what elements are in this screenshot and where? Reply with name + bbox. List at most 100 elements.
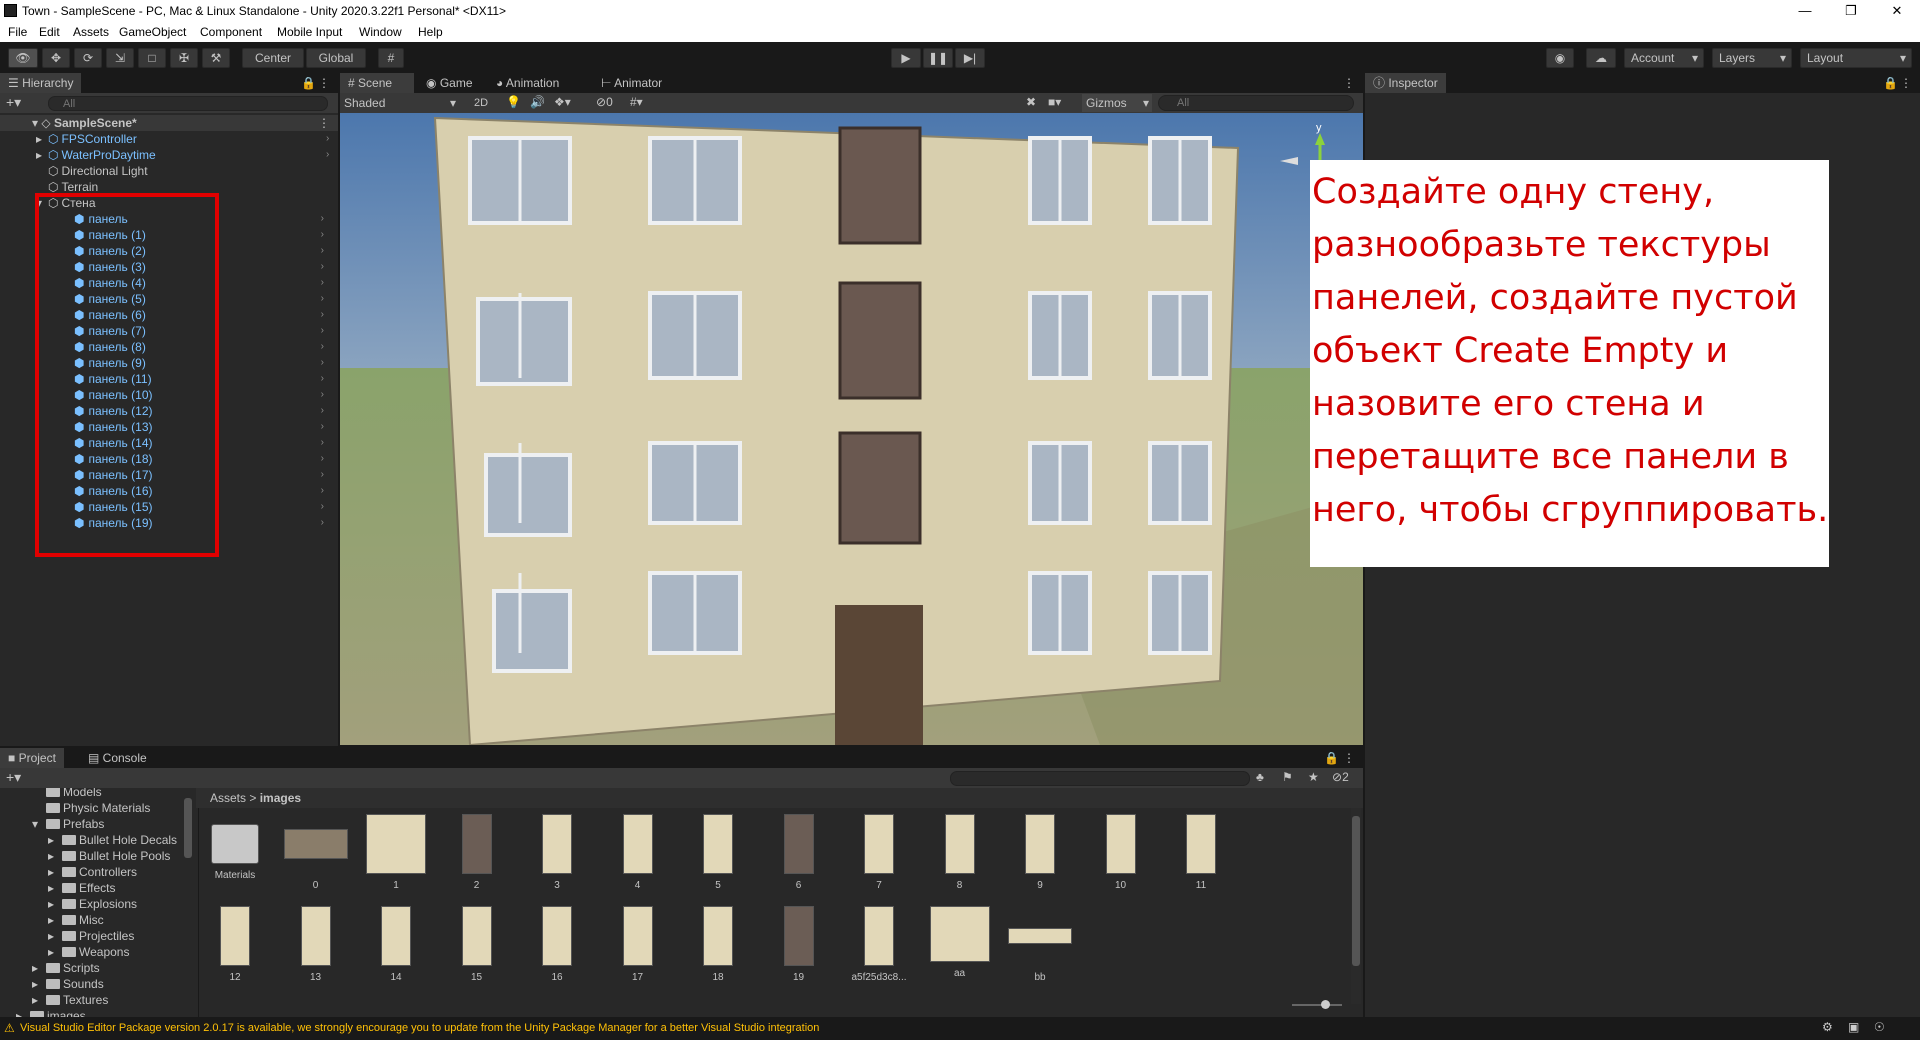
open-prefab-icon[interactable]: › bbox=[321, 323, 324, 339]
scale-tool-icon[interactable]: ⇲ bbox=[106, 48, 134, 68]
asset-item[interactable]: 12 bbox=[200, 906, 270, 983]
open-prefab-icon[interactable]: › bbox=[321, 467, 324, 483]
folder-tree-item[interactable]: ▸ Scripts bbox=[32, 960, 100, 976]
folder-tree-item[interactable]: ▸ Misc bbox=[48, 912, 104, 928]
hierarchy-row[interactable]: ▸ ⬡ FPSController › bbox=[36, 131, 329, 147]
expand-arrow-icon[interactable]: ▾ bbox=[32, 116, 38, 130]
kebab-menu-icon[interactable]: ⋮ bbox=[318, 115, 330, 131]
collab-icon[interactable]: ◉ bbox=[1546, 48, 1574, 68]
expand-arrow-icon[interactable]: ▸ bbox=[32, 976, 38, 992]
folder-tree-item[interactable]: ▸ Effects bbox=[48, 880, 115, 896]
cloud-icon[interactable]: ☁ bbox=[1586, 48, 1616, 68]
open-prefab-icon[interactable]: › bbox=[321, 499, 324, 515]
open-prefab-icon[interactable]: › bbox=[321, 355, 324, 371]
create-plus-icon[interactable]: +▾ bbox=[6, 94, 21, 111]
play-button[interactable]: ▶ bbox=[891, 48, 921, 68]
asset-item[interactable]: 11 bbox=[1166, 814, 1236, 891]
expand-arrow-icon[interactable]: ▸ bbox=[16, 1008, 22, 1017]
asset-item[interactable]: 18 bbox=[683, 906, 753, 983]
menu-file[interactable]: File bbox=[8, 25, 27, 39]
asset-item[interactable]: 8 bbox=[925, 814, 995, 891]
move-tool-icon[interactable]: ✥ bbox=[42, 48, 70, 68]
expand-arrow-icon[interactable]: ▸ bbox=[48, 848, 54, 864]
open-prefab-icon[interactable]: › bbox=[321, 275, 324, 291]
asset-item[interactable]: 16 bbox=[522, 906, 592, 983]
expand-arrow-icon[interactable]: ▸ bbox=[48, 880, 54, 896]
expand-arrow-icon[interactable]: ▸ bbox=[32, 960, 38, 976]
transform-tool-icon[interactable]: ✠ bbox=[170, 48, 198, 68]
open-prefab-icon[interactable]: › bbox=[321, 339, 324, 355]
kebab-menu-icon[interactable]: ⋮ bbox=[318, 76, 330, 90]
menu-gameobject[interactable]: GameObject bbox=[119, 25, 186, 39]
asset-item[interactable]: 13 bbox=[281, 906, 351, 983]
asset-item[interactable]: 3 bbox=[522, 814, 592, 891]
asset-item[interactable]: 6 bbox=[764, 814, 834, 891]
asset-item[interactable]: 14 bbox=[361, 906, 431, 983]
toggle-2d-button[interactable]: 2D bbox=[468, 95, 494, 111]
scene-view[interactable]: y bbox=[340, 113, 1363, 745]
effects-icon[interactable]: ❖▾ bbox=[554, 95, 571, 109]
open-prefab-icon[interactable]: › bbox=[321, 211, 324, 227]
folder-tree-item[interactable]: ▸ Controllers bbox=[48, 864, 137, 880]
folder-tree-item[interactable]: ▸ Bullet Hole Pools bbox=[48, 848, 170, 864]
breadcrumb-assets[interactable]: Assets bbox=[210, 791, 246, 805]
asset-item[interactable]: 15 bbox=[442, 906, 512, 983]
expand-arrow-icon[interactable]: ▸ bbox=[36, 131, 42, 147]
folder-tree-item[interactable]: Models bbox=[46, 788, 102, 800]
expand-arrow-icon[interactable]: ▾ bbox=[32, 816, 38, 832]
debug-icon[interactable]: ⚙ bbox=[1822, 1020, 1833, 1034]
tab-animation[interactable]: ◕ Animation bbox=[488, 73, 567, 93]
asset-item[interactable]: aa bbox=[925, 906, 995, 979]
folder-tree-item[interactable]: ▸ images bbox=[16, 1008, 86, 1017]
open-prefab-icon[interactable]: › bbox=[321, 451, 324, 467]
step-button[interactable]: ▶| bbox=[955, 48, 985, 68]
menu-edit[interactable]: Edit bbox=[39, 25, 60, 39]
asset-item[interactable]: a5f25d3c8... bbox=[844, 906, 914, 983]
expand-arrow-icon[interactable]: ▸ bbox=[36, 147, 42, 163]
pivot-center-button[interactable]: Center bbox=[242, 48, 304, 68]
rect-tool-icon[interactable]: □ bbox=[138, 48, 166, 68]
asset-item[interactable]: bb bbox=[1005, 906, 1075, 983]
grid-icon[interactable]: #▾ bbox=[630, 95, 643, 109]
minimize-icon[interactable]: — bbox=[1782, 0, 1828, 22]
tab-animator[interactable]: ⊢ Animator bbox=[593, 73, 670, 93]
open-prefab-icon[interactable]: › bbox=[321, 515, 324, 531]
filter-type-icon[interactable]: ♣ bbox=[1256, 770, 1264, 784]
account-dropdown[interactable]: Account ▾ bbox=[1624, 48, 1704, 68]
open-prefab-icon[interactable]: › bbox=[321, 371, 324, 387]
custom-tool-icon[interactable]: ⚒ bbox=[202, 48, 230, 68]
grid-snap-icon[interactable]: # bbox=[378, 48, 404, 68]
asset-item[interactable]: 4 bbox=[603, 814, 673, 891]
asset-item[interactable]: 0 bbox=[281, 814, 351, 891]
expand-arrow-icon[interactable]: ▸ bbox=[32, 992, 38, 1008]
folder-tree-item[interactable]: ▸ Projectiles bbox=[48, 928, 134, 944]
kebab-menu-icon[interactable]: ⋮ bbox=[1900, 76, 1912, 90]
folder-tree-item[interactable]: ▾ Prefabs bbox=[32, 816, 104, 832]
layers-dropdown[interactable]: Layers ▾ bbox=[1712, 48, 1792, 68]
expand-arrow-icon[interactable]: ▸ bbox=[48, 896, 54, 912]
open-prefab-icon[interactable]: › bbox=[321, 243, 324, 259]
audio-icon[interactable]: 🔊 bbox=[530, 95, 545, 109]
tab-console[interactable]: ▤ Console bbox=[80, 748, 155, 768]
kebab-menu-icon[interactable]: ⋮ bbox=[1343, 76, 1355, 90]
folder-tree-item[interactable]: ▸ Sounds bbox=[32, 976, 104, 992]
tree-scrollbar[interactable] bbox=[184, 798, 192, 858]
folder-tree-item[interactable]: ▸ Textures bbox=[32, 992, 108, 1008]
menu-assets[interactable]: Assets bbox=[73, 25, 109, 39]
hierarchy-search-input[interactable] bbox=[48, 96, 328, 111]
expand-arrow-icon[interactable]: ▸ bbox=[48, 944, 54, 960]
expand-arrow-icon[interactable]: ▸ bbox=[48, 928, 54, 944]
asset-item[interactable]: 2 bbox=[442, 814, 512, 891]
folder-tree-item[interactable]: ▸ Bullet Hole Decals bbox=[48, 832, 177, 848]
zoom-slider[interactable] bbox=[1292, 1000, 1342, 1009]
folder-tree-item[interactable]: ▸ Weapons bbox=[48, 944, 129, 960]
open-prefab-icon[interactable]: › bbox=[321, 307, 324, 323]
breadcrumb-images[interactable]: images bbox=[260, 791, 301, 805]
hierarchy-row[interactable]: ⬡ Directional Light bbox=[48, 163, 148, 179]
hidden-packages-icon[interactable]: ⊘2 bbox=[1332, 770, 1349, 784]
folder-tree-item[interactable]: Physic Materials bbox=[46, 800, 150, 816]
asset-item[interactable]: 1 bbox=[361, 814, 431, 891]
open-prefab-icon[interactable]: › bbox=[321, 259, 324, 275]
expand-arrow-icon[interactable]: ▸ bbox=[48, 864, 54, 880]
asset-scrollbar[interactable] bbox=[1351, 808, 1361, 1004]
